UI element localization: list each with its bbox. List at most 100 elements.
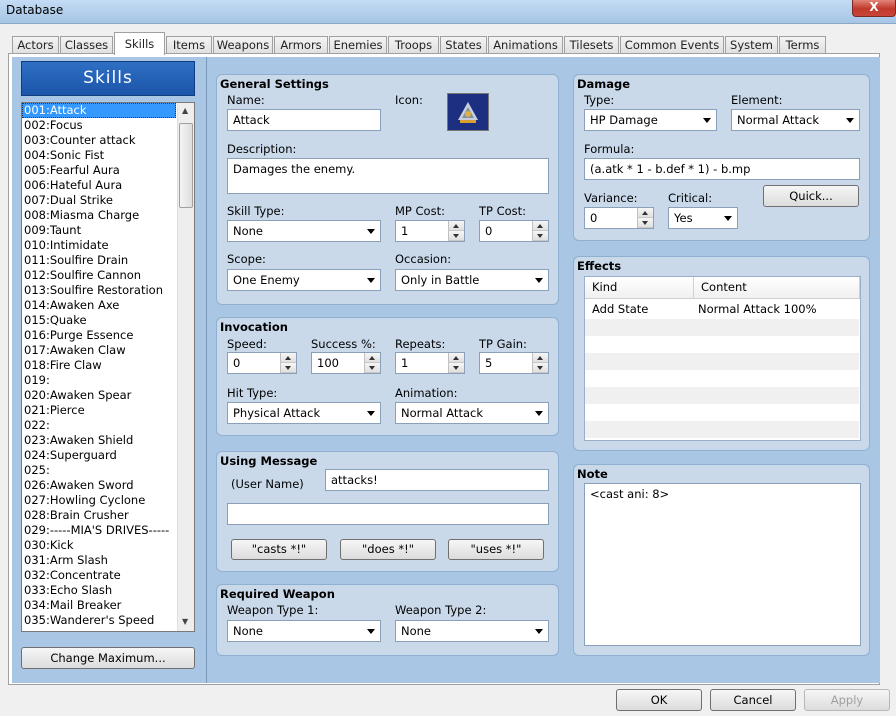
skill-list-item[interactable]: 004:Sonic Fist xyxy=(22,148,194,163)
uses-template-button[interactable]: "uses *!" xyxy=(448,539,544,560)
skill-list-item[interactable]: 019: xyxy=(22,373,194,388)
does-template-button[interactable]: "does *!" xyxy=(340,539,436,560)
column-header-kind[interactable]: Kind xyxy=(585,277,694,299)
quick-button[interactable]: Quick... xyxy=(763,185,859,207)
tab-classes[interactable]: Classes xyxy=(60,36,113,53)
skill-list-item[interactable]: 003:Counter attack xyxy=(22,133,194,148)
skill-list-item[interactable]: 022: xyxy=(22,418,194,433)
scroll-thumb[interactable] xyxy=(179,123,193,208)
spin-buttons[interactable] xyxy=(532,221,548,241)
table-row[interactable] xyxy=(585,319,859,336)
tab-terms[interactable]: Terms xyxy=(779,36,826,53)
scroll-up-icon[interactable]: ▲ xyxy=(182,106,188,115)
table-row[interactable]: Add State Normal Attack 100% xyxy=(585,301,859,318)
skill-list-item[interactable]: 008:Miasma Charge xyxy=(22,208,194,223)
tab-troops[interactable]: Troops xyxy=(388,36,439,53)
spin-buttons[interactable] xyxy=(448,353,464,373)
scroll-down-icon[interactable]: ▼ xyxy=(182,617,188,626)
message-line2-field[interactable] xyxy=(227,503,549,525)
speed-spinner[interactable]: 0 xyxy=(227,352,297,374)
tab-animations[interactable]: Animations xyxy=(488,36,563,53)
skill-list-item[interactable]: 011:Soulfire Drain xyxy=(22,253,194,268)
skill-list-item[interactable]: 007:Dual Strike xyxy=(22,193,194,208)
tp-gain-spinner[interactable]: 5 xyxy=(479,352,549,374)
tab-tilesets[interactable]: Tilesets xyxy=(564,36,619,53)
skill-list-item[interactable]: 010:Intimidate xyxy=(22,238,194,253)
tab-items[interactable]: Items xyxy=(166,36,212,53)
spin-buttons[interactable] xyxy=(280,353,296,373)
skill-list-item[interactable]: 034:Mail Breaker xyxy=(22,598,194,613)
skill-list-item[interactable]: 035:Wanderer's Speed xyxy=(22,613,194,628)
apply-button[interactable]: Apply xyxy=(804,689,890,711)
skill-list-item[interactable]: 033:Echo Slash xyxy=(22,583,194,598)
spin-buttons[interactable] xyxy=(364,353,380,373)
name-field[interactable]: Attack xyxy=(227,109,381,131)
scope-select[interactable]: One Enemy xyxy=(227,269,381,291)
tab-common-events[interactable]: Common Events xyxy=(620,36,724,53)
cancel-button[interactable]: Cancel xyxy=(710,689,796,711)
message-line1-field[interactable]: attacks! xyxy=(325,469,549,491)
success-spinner[interactable]: 100 xyxy=(311,352,381,374)
formula-field[interactable]: (a.atk * 1 - b.def * 1) - b.mp xyxy=(584,158,860,180)
table-row[interactable] xyxy=(585,387,859,404)
close-button[interactable]: X xyxy=(852,0,896,17)
table-row[interactable] xyxy=(585,370,859,387)
skill-list-item[interactable]: 009:Taunt xyxy=(22,223,194,238)
table-row[interactable] xyxy=(585,336,859,353)
mp-cost-spinner[interactable]: 1 xyxy=(395,220,465,242)
skill-list-item[interactable]: 006:Hateful Aura xyxy=(22,178,194,193)
skill-list-item[interactable]: 030:Kick xyxy=(22,538,194,553)
weapon-type-1-select[interactable]: None xyxy=(227,620,381,642)
skill-list-item[interactable]: 020:Awaken Spear xyxy=(22,388,194,403)
variance-spinner[interactable]: 0 xyxy=(584,207,654,229)
skill-list-item[interactable]: 002:Focus xyxy=(22,118,194,133)
change-maximum-button[interactable]: Change Maximum... xyxy=(21,647,195,669)
skill-list-item[interactable]: 017:Awaken Claw xyxy=(22,343,194,358)
damage-type-select[interactable]: HP Damage xyxy=(584,109,717,131)
critical-select[interactable]: Yes xyxy=(668,207,738,229)
skill-list-item[interactable]: 025: xyxy=(22,463,194,478)
skill-list-item[interactable]: 032:Concentrate xyxy=(22,568,194,583)
skill-list-item[interactable]: 013:Soulfire Restoration xyxy=(22,283,194,298)
skill-list-item[interactable]: 031:Arm Slash xyxy=(22,553,194,568)
tab-states[interactable]: States xyxy=(440,36,487,53)
skill-list[interactable]: 001:Attack 002:Focus 003:Counter attack 004… xyxy=(21,102,195,632)
tab-weapons[interactable]: Weapons xyxy=(213,36,273,53)
tab-enemies[interactable]: Enemies xyxy=(329,36,387,53)
casts-template-button[interactable]: "casts *!" xyxy=(231,539,327,560)
weapon-type-2-select[interactable]: None xyxy=(395,620,549,642)
skill-list-item[interactable]: 005:Fearful Aura xyxy=(22,163,194,178)
skill-list-item[interactable]: 023:Awaken Shield xyxy=(22,433,194,448)
animation-select[interactable]: Normal Attack xyxy=(395,402,549,424)
spin-buttons[interactable] xyxy=(532,353,548,373)
table-row[interactable] xyxy=(585,421,859,438)
tab-skills[interactable]: Skills xyxy=(114,32,165,55)
effects-table[interactable]: Kind Content Add State Normal Attack 100… xyxy=(584,276,861,441)
skill-list-item[interactable]: 014:Awaken Axe xyxy=(22,298,194,313)
ok-button[interactable]: OK xyxy=(616,689,702,711)
element-select[interactable]: Normal Attack xyxy=(731,109,860,131)
hit-type-select[interactable]: Physical Attack xyxy=(227,402,381,424)
tab-system[interactable]: System xyxy=(725,36,778,53)
repeats-spinner[interactable]: 1 xyxy=(395,352,465,374)
skill-list-item[interactable]: 024:Superguard xyxy=(22,448,194,463)
table-row[interactable] xyxy=(585,353,859,370)
skill-list-item[interactable]: 015:Quake xyxy=(22,313,194,328)
spin-buttons[interactable] xyxy=(448,221,464,241)
description-field[interactable]: Damages the enemy. xyxy=(227,158,549,194)
spin-buttons[interactable] xyxy=(637,208,653,228)
skill-list-item[interactable]: 016:Purge Essence xyxy=(22,328,194,343)
table-row[interactable] xyxy=(585,404,859,421)
column-header-content[interactable]: Content xyxy=(694,277,860,299)
skill-list-item[interactable]: 021:Pierce xyxy=(22,403,194,418)
tp-cost-spinner[interactable]: 0 xyxy=(479,220,549,242)
skill-list-item[interactable]: 027:Howling Cyclone xyxy=(22,493,194,508)
skill-list-item[interactable]: 029:-----MIA'S DRIVES----- xyxy=(22,523,194,538)
occasion-select[interactable]: Only in Battle xyxy=(395,269,549,291)
skill-icon[interactable] xyxy=(447,93,489,131)
tab-actors[interactable]: Actors xyxy=(12,36,59,53)
skill-list-item[interactable]: 028:Brain Crusher xyxy=(22,508,194,523)
skill-list-item[interactable]: 018:Fire Claw xyxy=(22,358,194,373)
skill-list-item[interactable]: 012:Soulfire Cannon xyxy=(22,268,194,283)
tab-armors[interactable]: Armors xyxy=(274,36,328,53)
